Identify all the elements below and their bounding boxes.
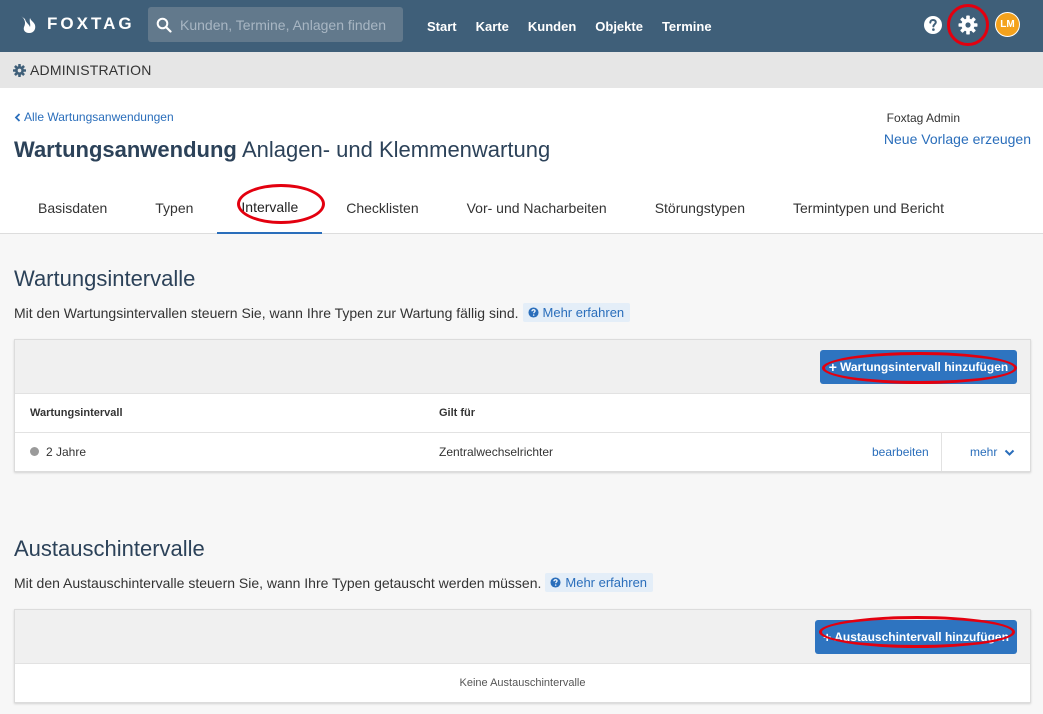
brand-name: FOXTAG (47, 14, 135, 33)
maintenance-section-description: Mit den Wartungsintervallen steuern Sie,… (14, 303, 631, 322)
gear-highlight-ring (947, 4, 989, 46)
page-title: Wartungsanwendung (14, 137, 237, 162)
maintenance-card-toolbar: + Wartungsintervall hinzufügen (15, 340, 1030, 394)
maintenance-learn-more-link[interactable]: Mehr erfahren (522, 303, 631, 322)
add-maintenance-highlight-ring (822, 352, 1017, 384)
maintenance-table-header: Wartungsintervall Gilt für (15, 394, 1030, 433)
table-row: 2 Jahre Zentralwechselrichter bearbeiten… (15, 433, 1030, 471)
more-label: mehr (970, 445, 998, 459)
page-header: Alle Wartungsanwendungen Wartungsanwendu… (0, 88, 1043, 234)
maintenance-description-text: Mit den Wartungsintervallen steuern Sie,… (14, 304, 519, 321)
column-header-interval: Wartungsintervall (30, 407, 123, 419)
search-input[interactable] (180, 16, 395, 33)
tab-highlight-ring (237, 184, 325, 224)
nav-objekte[interactable]: Objekte (595, 19, 643, 34)
question-circle-icon (527, 307, 539, 318)
tab-typen[interactable]: Typen (131, 182, 217, 234)
row-divider (941, 433, 942, 471)
chevron-down-icon (1005, 449, 1015, 456)
tab-checklisten[interactable]: Checklisten (322, 182, 442, 234)
fox-logo-icon (21, 16, 36, 33)
maintenance-learn-more-label: Mehr erfahren (542, 305, 625, 320)
question-circle-icon (550, 577, 561, 588)
tab-stoerungstypen[interactable]: Störungstypen (631, 182, 769, 234)
search-icon (156, 17, 172, 33)
exchange-section-title: Austauschintervalle (14, 536, 205, 561)
back-link[interactable]: Alle Wartungsanwendungen (14, 110, 174, 124)
exchange-learn-more-label: Mehr erfahren (565, 575, 648, 590)
nav-termine[interactable]: Termine (662, 19, 712, 34)
exchange-learn-more-link[interactable]: Mehr erfahren (545, 573, 654, 592)
owner-label: Foxtag Admin (886, 111, 960, 125)
tab-basisdaten[interactable]: Basisdaten (14, 182, 131, 234)
tab-bar: Basisdaten Typen Intervalle Checklisten … (14, 182, 968, 234)
interval-cell: 2 Jahre (46, 445, 87, 459)
page-subtitle: Anlagen- und Klemmenwartung (242, 137, 551, 162)
exchange-interval-card: + Austauschintervall hinzufügen Keine Aus… (14, 609, 1031, 703)
new-template-link[interactable]: Neue Vorlage erzeugen (884, 131, 1031, 147)
logo[interactable]: FOXTAG (17, 13, 135, 35)
exchange-card-toolbar: + Austauschintervall hinzufügen (15, 610, 1030, 664)
admin-bar: ADMINISTRATION (0, 52, 1043, 88)
applies-to-cell: Zentralwechselrichter (439, 445, 554, 459)
top-navbar: FOXTAG Start Karte Kunden Objekte Termin… (0, 0, 1043, 52)
main-nav: Start Karte Kunden Objekte Termine (427, 0, 731, 52)
tab-vor-und-nacharbeiten[interactable]: Vor- und Nacharbeiten (443, 182, 631, 234)
tab-termintypen-und-bericht[interactable]: Termintypen und Bericht (769, 182, 968, 234)
more-dropdown[interactable]: mehr (970, 445, 1015, 459)
global-search[interactable] (148, 7, 403, 42)
help-icon[interactable] (923, 15, 943, 35)
chevron-left-icon (14, 113, 21, 122)
nav-karte[interactable]: Karte (476, 19, 509, 34)
nav-kunden[interactable]: Kunden (528, 19, 576, 34)
exchange-section-description: Mit den Austauschintervalle steuern Sie,… (14, 573, 654, 592)
exchange-description-text: Mit den Austauschintervalle steuern Sie,… (14, 574, 542, 591)
add-exchange-highlight-ring (819, 616, 1015, 648)
empty-state: Keine Austauschintervalle (459, 677, 586, 689)
nav-start[interactable]: Start (427, 19, 457, 34)
column-header-applies-to: Gilt für (439, 407, 476, 419)
status-dot (30, 447, 39, 456)
maintenance-section-title: Wartungsintervalle (14, 266, 196, 291)
edit-link[interactable]: bearbeiten (872, 445, 929, 459)
admin-gear-icon (13, 63, 26, 77)
admin-bar-label: ADMINISTRATION (30, 62, 152, 78)
back-link-label: Alle Wartungsanwendungen (24, 110, 174, 124)
user-avatar[interactable]: LM (995, 12, 1020, 37)
maintenance-interval-card: + Wartungsintervall hinzufügen Wartungsin… (14, 339, 1031, 472)
